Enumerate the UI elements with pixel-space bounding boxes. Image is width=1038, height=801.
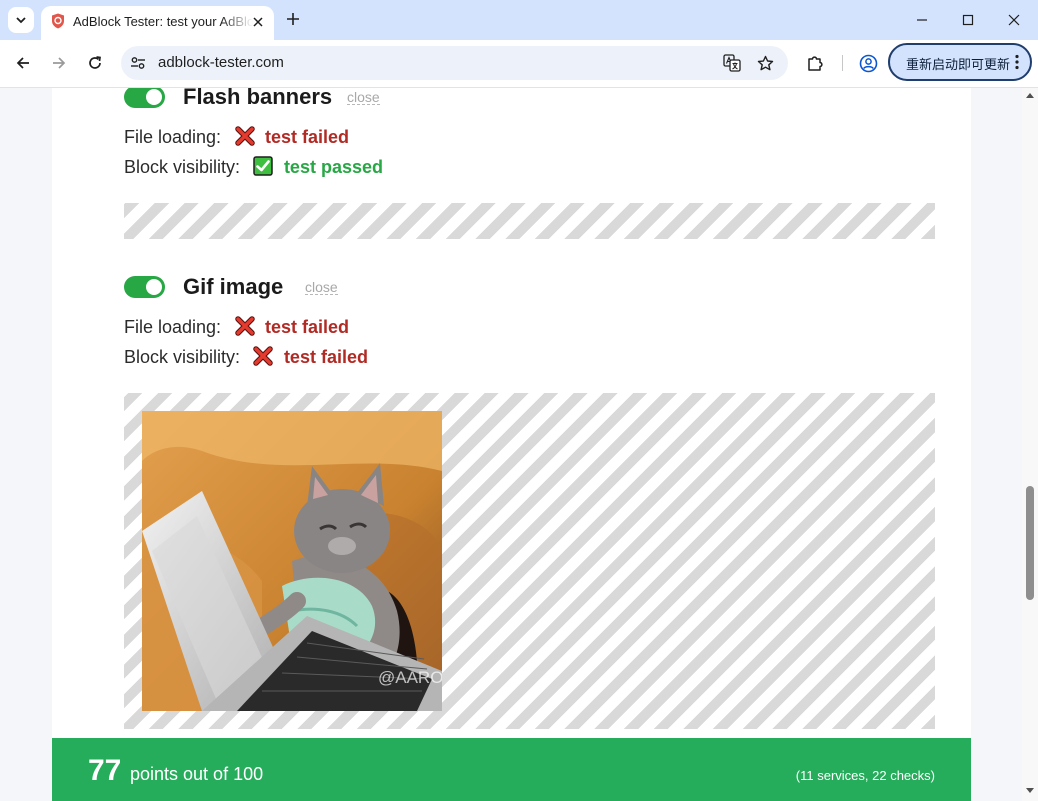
close-link[interactable]: close bbox=[305, 280, 338, 295]
close-icon bbox=[253, 17, 263, 27]
test-results-card: Flash banners close File loading: test f… bbox=[52, 88, 971, 801]
new-tab-button[interactable] bbox=[283, 9, 303, 29]
result-label: File loading: bbox=[124, 127, 222, 147]
toggle-knob bbox=[146, 89, 162, 105]
score-detail: (11 services, 22 checks) bbox=[795, 768, 935, 783]
translate-button[interactable] bbox=[723, 54, 741, 72]
bookmark-star-button[interactable] bbox=[756, 54, 774, 72]
result-label: File loading: bbox=[124, 317, 222, 337]
minimize-button[interactable] bbox=[910, 8, 934, 32]
status-passed: test passed bbox=[283, 157, 383, 177]
site-settings-icon[interactable] bbox=[130, 55, 146, 71]
puzzle-piece-icon bbox=[808, 56, 823, 71]
arrow-left-icon bbox=[16, 57, 29, 69]
red-cross-icon bbox=[234, 316, 255, 336]
tab-close-button[interactable] bbox=[250, 14, 266, 30]
translate-icon bbox=[723, 54, 741, 72]
forward-button[interactable] bbox=[48, 52, 70, 74]
flash-banner-placeholder bbox=[124, 203, 935, 239]
reload-button[interactable] bbox=[84, 52, 106, 74]
score-bar: 77 points out of 100 (11 services, 22 ch… bbox=[52, 738, 971, 801]
gif-image-section: Gif image close File loading: test faile… bbox=[124, 274, 935, 396]
cat-typing-gif: @AARON bbox=[142, 411, 442, 711]
red-cross-icon bbox=[234, 126, 255, 146]
arrow-right-icon bbox=[53, 57, 66, 69]
chevron-down-icon bbox=[16, 17, 26, 24]
maximize-button[interactable] bbox=[956, 8, 980, 32]
close-icon bbox=[1008, 14, 1020, 26]
extensions-button[interactable] bbox=[804, 52, 826, 74]
star-icon bbox=[757, 55, 773, 70]
file-loading-result: File loading: test failed bbox=[124, 316, 349, 342]
adblock-tester-favicon-icon bbox=[52, 13, 64, 29]
image-watermark: @AARON bbox=[378, 668, 442, 687]
result-label: Block visibility: bbox=[124, 157, 241, 177]
section-title: Gif image bbox=[183, 274, 284, 299]
score-points: 77 bbox=[88, 754, 122, 787]
scroll-up-arrow-icon[interactable] bbox=[1026, 92, 1034, 100]
close-window-button[interactable] bbox=[1002, 8, 1026, 32]
red-cross-icon bbox=[253, 346, 274, 366]
flash-banners-section: Flash banners close File loading: test f… bbox=[124, 88, 935, 206]
minimize-icon bbox=[917, 19, 927, 21]
status-failed: test failed bbox=[283, 347, 368, 367]
gif-image-toggle[interactable] bbox=[124, 276, 165, 298]
active-tab[interactable]: AdBlock Tester: test your AdBlock bbox=[41, 6, 274, 40]
scrollbar-thumb[interactable] bbox=[1026, 486, 1034, 600]
more-menu-icon bbox=[1015, 54, 1019, 70]
reload-icon bbox=[89, 56, 101, 69]
scroll-down-arrow-icon[interactable] bbox=[1026, 786, 1034, 794]
tab-search-button[interactable] bbox=[8, 7, 34, 33]
block-visibility-result: Block visibility: test passed bbox=[124, 156, 383, 182]
browser-toolbar: adblock-tester.com 重新启动即可更新 bbox=[0, 40, 1038, 88]
section-title: Flash banners bbox=[183, 88, 333, 109]
gif-image-container: @AARON bbox=[124, 393, 935, 729]
profile-button[interactable] bbox=[857, 52, 879, 74]
flash-banners-toggle[interactable] bbox=[124, 88, 165, 108]
toggle-knob bbox=[146, 279, 162, 295]
score-caption: points out of 100 bbox=[130, 764, 264, 784]
address-bar[interactable]: adblock-tester.com bbox=[121, 46, 788, 80]
relaunch-update-button[interactable]: 重新启动即可更新 bbox=[888, 43, 1032, 81]
plus-icon bbox=[287, 13, 299, 25]
file-loading-result: File loading: test failed bbox=[124, 126, 349, 152]
account-circle-icon bbox=[859, 54, 877, 72]
block-visibility-result: Block visibility: test failed bbox=[124, 346, 368, 372]
maximize-icon bbox=[962, 14, 974, 26]
status-failed: test failed bbox=[264, 127, 349, 147]
page-scrollbar[interactable] bbox=[1022, 88, 1038, 801]
green-check-icon bbox=[253, 156, 274, 176]
tab-title: AdBlock Tester: test your AdBlock bbox=[73, 14, 253, 29]
back-button[interactable] bbox=[12, 52, 34, 74]
status-failed: test failed bbox=[264, 317, 349, 337]
page-viewport: Flash banners close File loading: test f… bbox=[0, 88, 1022, 801]
url-text[interactable]: adblock-tester.com bbox=[158, 54, 284, 71]
toolbar-divider bbox=[842, 55, 843, 71]
close-link[interactable]: close bbox=[347, 90, 380, 105]
result-label: Block visibility: bbox=[124, 347, 241, 367]
tab-strip: AdBlock Tester: test your AdBlock bbox=[0, 0, 1038, 40]
update-button-label: 重新启动即可更新 bbox=[906, 57, 1011, 72]
